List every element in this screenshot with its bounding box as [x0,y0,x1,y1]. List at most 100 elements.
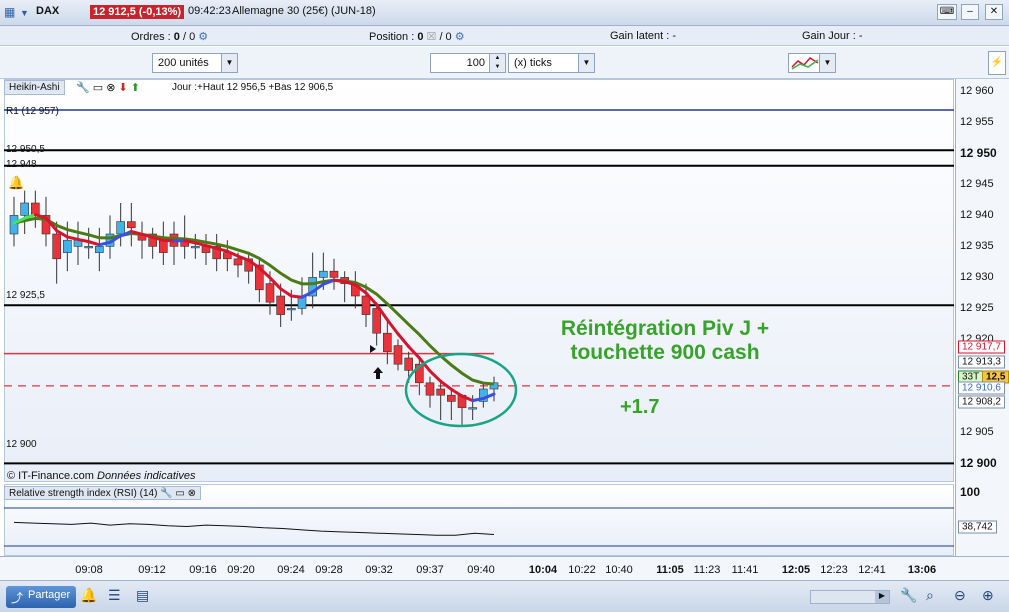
grid-icon[interactable]: ▦ [4,5,15,19]
list-icon[interactable]: ☰ [108,587,121,604]
close-position-icon[interactable]: ☒ [427,31,437,43]
indicator-name[interactable]: Heikin-Ashi [4,80,65,95]
close-button[interactable]: ✕ [985,4,1003,20]
candle-body [447,394,456,402]
candle-body [276,295,285,315]
highlight-ellipse [404,352,518,428]
up-arrow-icon[interactable]: ⬆ [131,82,140,94]
time-label: 11:41 [731,564,759,576]
wrench-icon[interactable]: 🔧 [900,587,917,604]
zoom-out-icon[interactable]: ⊖ [954,587,966,604]
tools-icon[interactable]: ⚡ [988,51,1006,75]
chevron-down-icon[interactable]: ▼ [20,8,29,18]
close-icon[interactable]: ⊗ [106,82,115,94]
window-icon[interactable]: ▭ [93,82,103,94]
share-button[interactable]: ⤴ Partager [6,586,77,608]
time-label: 09:16 [189,564,217,576]
stepper-icon[interactable]: ▲ ▼ [489,54,505,72]
position-label: Position : [369,31,415,43]
gear-icon[interactable]: ⚙ [198,31,208,43]
up-arrow-icon [373,367,383,379]
price-tick-label: 12 905 [960,426,994,439]
bell-icon[interactable]: 🔔 [80,587,97,604]
candle-body [361,295,371,315]
bell-icon[interactable]: 🔔 [8,175,24,191]
scroll-thumb[interactable]: ▶ [875,591,889,603]
rsi-line [13,521,495,536]
gain-jour: Gain Jour : - [802,30,863,42]
candle-body [319,270,328,278]
annotation-text: Réintégration Piv J + touchette 900 cash [535,317,795,365]
candle-body [9,215,19,235]
title-bar: ▦ ▼ DAX 12 912,5 (-0,13%) 09:42:23 Allem… [0,0,1009,26]
marker-icon [370,345,376,353]
price-badge: 12 912,5 (-0,13%) [90,5,185,19]
time-label: 09:08 [75,564,103,576]
gain-jour-label: Gain Jour : [802,30,856,42]
close-icon[interactable]: ⊗ [188,488,196,499]
fast-moving-average [407,345,421,360]
candle-body [63,239,72,253]
candle-body [20,202,29,216]
fast-moving-average [385,318,400,336]
price-tick-label: 12 950 [960,146,997,161]
time-axis[interactable]: 09:08 09:12 09:16 09:20 09:24 09:28 09:3… [0,556,1009,580]
zoom-fit-icon[interactable]: ⌕ [926,587,934,604]
chart-type-select[interactable]: ▼ [788,53,836,73]
instrument-name: Allemagne 30 (25€) (JUN-18) [232,5,376,17]
candle-body [84,246,93,249]
candle-body [404,357,413,371]
fast-moving-average [471,396,485,403]
fast-moving-average [428,369,443,383]
table-icon[interactable]: ▤ [136,587,149,604]
units-select[interactable]: 200 unités ▼ [152,53,238,73]
candle-body [372,308,381,334]
time-label: 09:37 [416,564,444,576]
candle-body [425,382,435,396]
price-tick-label: 12 960 [960,85,994,98]
chevron-down-icon[interactable]: ▼ [578,54,594,72]
candle-body [191,246,200,249]
candle-body [127,221,136,229]
time-label: 09:28 [315,564,343,576]
chart-scrollbar[interactable]: ▶ [810,590,890,604]
down-arrow-icon[interactable]: ⬇ [119,82,128,94]
fast-moving-average [279,287,293,298]
candle-body [383,332,392,353]
chevron-down-icon[interactable]: ▼ [819,54,835,72]
rsi-value-label: 38,742 [958,520,997,534]
share-label: Partager [28,589,71,601]
gear-icon[interactable]: ⚙ [455,31,465,43]
pivot-price-label: 12 917,7 [958,340,1005,354]
candle-body [265,283,275,303]
gain-latent: Gain latent : - [610,30,676,42]
gain-jour-value: - [858,30,863,42]
fast-moving-average [289,294,304,299]
wrench-icon[interactable]: 🔧 [160,488,172,499]
zoom-in-icon[interactable]: ⊕ [982,587,994,604]
price-tick-label: 12 935 [960,240,994,253]
credits: © IT-Finance.com Données indicatives [7,470,195,482]
level-label-r1: R1 (12 957) [6,106,59,117]
keyboard-icon[interactable]: ⌨ [937,4,957,20]
price-tick-label: 12 940 [960,209,994,222]
credits-source: © IT-Finance.com [7,470,94,482]
chevron-down-icon[interactable]: ▼ [221,54,237,72]
price-chart[interactable] [4,79,954,482]
time-label: 10:22 [568,564,596,576]
candle-body [287,308,296,311]
fast-moving-average [332,278,347,284]
window-icon[interactable]: ▭ [175,488,184,499]
time-label: 11:05 [656,564,684,576]
header-icons: 🔧 ▭ ⊗ ⬇ ⬆ [76,81,140,94]
candle-body [233,258,243,266]
symbol-label: DAX [36,5,60,17]
fast-moving-average [161,238,176,243]
time-label: 10:40 [605,564,633,576]
minimize-button[interactable]: – [961,4,979,20]
wrench-icon[interactable]: 🔧 [76,82,90,94]
position-slash: / 0 [439,31,452,43]
candle-body [436,388,445,396]
quantity-input[interactable]: 100 ▲ ▼ [430,53,506,73]
ticks-select[interactable]: (x) ticks ▼ [508,53,595,73]
